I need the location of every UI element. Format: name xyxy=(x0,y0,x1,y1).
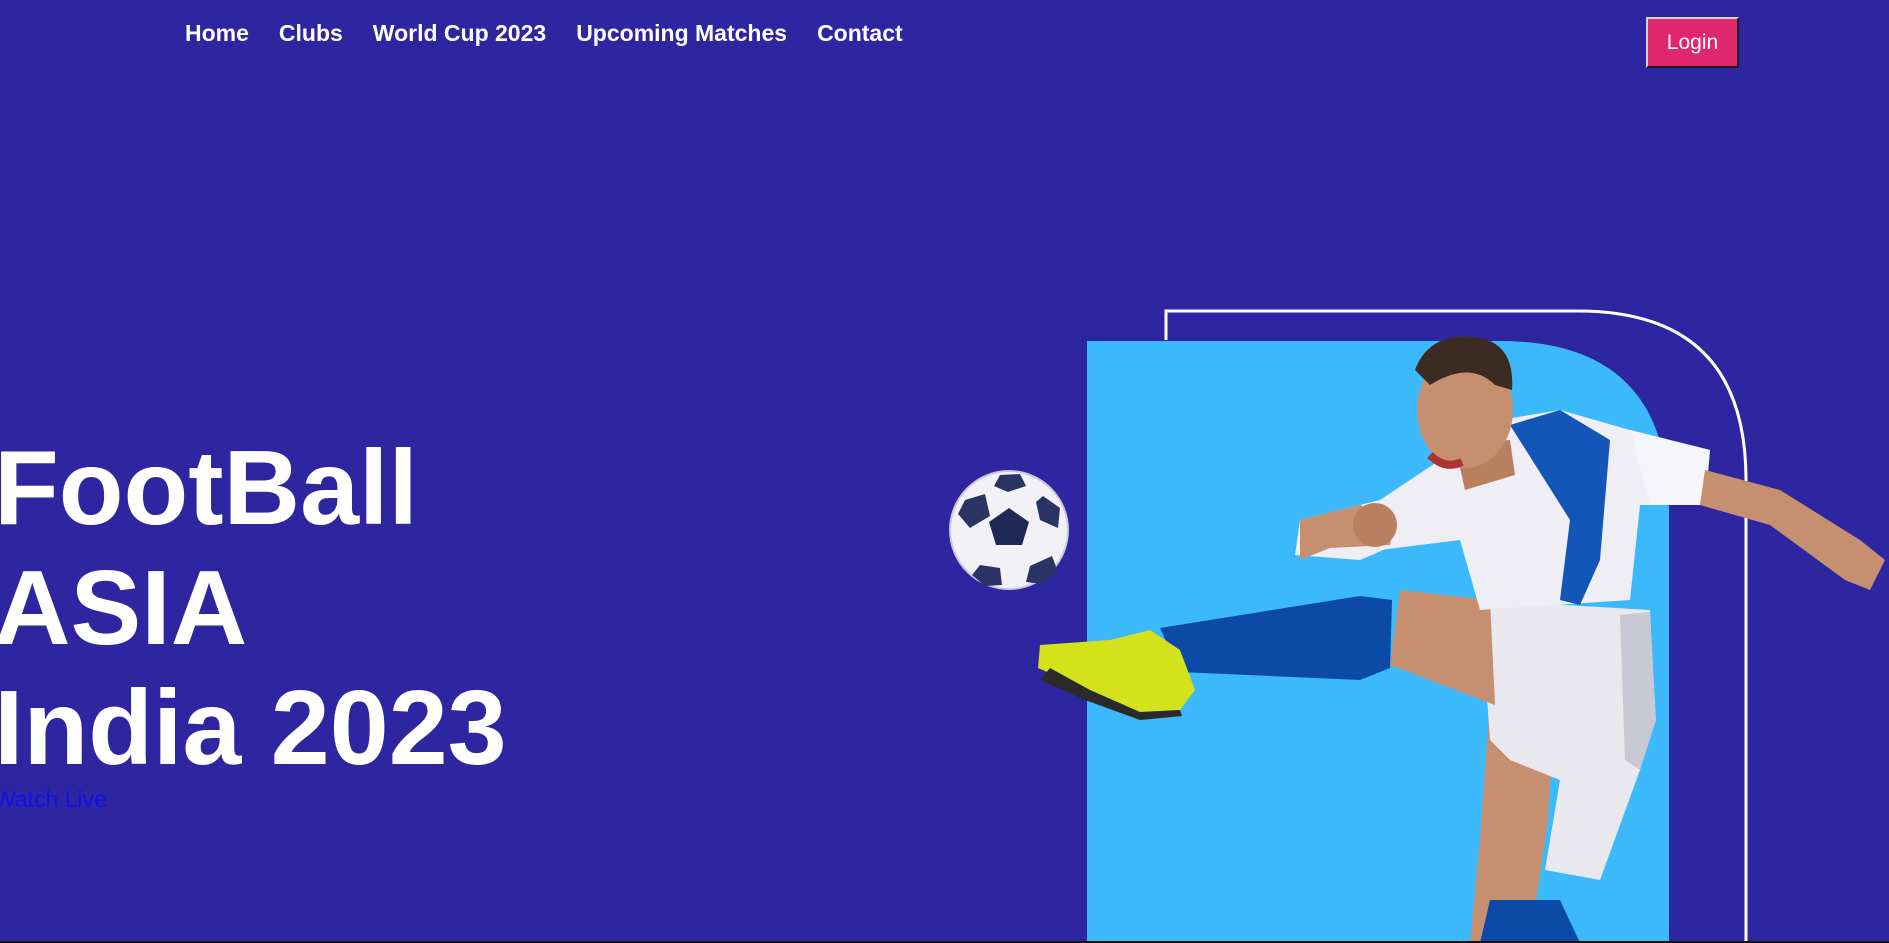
accent-panel xyxy=(1087,341,1669,943)
main-nav: Home Clubs World Cup 2023 Upcoming Match… xyxy=(185,17,903,49)
nav-upcoming-matches-link[interactable]: Upcoming Matches xyxy=(576,17,787,49)
hero-title-line-3: India 2023 xyxy=(0,669,507,787)
soccer-player-icon xyxy=(1038,336,1885,943)
nav-home-link[interactable]: Home xyxy=(185,17,249,49)
nav-contact-link[interactable]: Contact xyxy=(817,17,903,49)
soccer-ball-icon xyxy=(949,470,1069,590)
hero-title-line-2: ASIA xyxy=(0,549,248,667)
nav-clubs-link[interactable]: Clubs xyxy=(279,17,343,49)
page: Home Clubs World Cup 2023 Upcoming Match… xyxy=(0,0,1889,943)
nav-world-cup-link[interactable]: World Cup 2023 xyxy=(373,17,546,49)
login-button[interactable]: Login xyxy=(1646,17,1739,68)
hero-title-line-1: FootBall xyxy=(0,429,418,547)
watch-live-link[interactable]: Watch Live xyxy=(0,784,107,814)
outline-frame xyxy=(1164,309,1748,943)
hero-title: FootBall ASIA India 2023 xyxy=(0,428,507,788)
